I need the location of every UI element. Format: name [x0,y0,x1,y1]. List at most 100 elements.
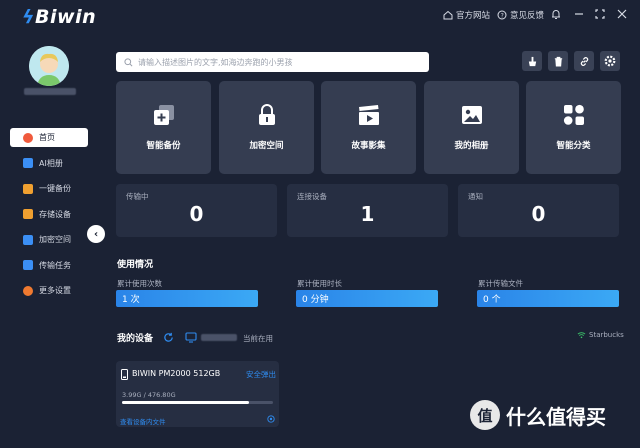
device-name-blurred [201,334,237,341]
sidebar-item-encrypted-space[interactable]: 加密空间 [10,230,88,249]
ssd-icon [121,369,128,380]
sidebar-item-label: 存储设备 [39,209,71,219]
close-icon[interactable] [616,8,628,20]
tile-label: 加密空间 [249,141,284,151]
category-icon [562,103,586,127]
stat-label: 传输中 [126,192,149,201]
stat-notifications[interactable]: 通知 0 [458,184,619,237]
transfer-icon [23,260,33,270]
safe-eject-button[interactable]: 安全弹出 [246,369,276,380]
search-bar[interactable] [116,52,429,72]
target-icon[interactable] [267,415,275,423]
sidebar-item-label: AI相册 [39,158,63,168]
maximize-icon[interactable] [594,8,606,20]
usage-bar-count: 1 次 [116,290,258,307]
refresh-icon[interactable] [163,332,174,343]
current-device-status: 当前在用 [243,334,273,343]
view-files-link[interactable]: 查看设备内文件 [120,416,166,426]
monitor-icon [185,332,197,343]
lock-folder-icon [23,234,33,245]
bell-icon[interactable] [550,8,562,20]
feedback-link-label: 意见反馈 [510,11,545,21]
gear-icon [604,55,616,67]
collapse-sidebar-button[interactable]: ‹ [87,225,105,243]
usage-label-count: 累计使用次数 [117,279,162,288]
sidebar-item-label: 一键备份 [39,184,71,193]
app-logo: ϟBiwin [22,6,97,28]
broom-icon [528,56,536,66]
search-icon [124,57,133,66]
devices-title: 我的设备 [117,334,154,344]
home-icon [23,132,33,143]
device-name: BIWIN PM2000 512GB [132,369,221,378]
usage-title: 使用情况 [117,260,154,270]
tile-smart-category[interactable]: 智能分类 [526,81,621,174]
smart-backup-icon [152,103,176,127]
delete-button[interactable] [548,51,568,71]
watermark-text: 什么值得买 [506,404,606,429]
feedback-link[interactable]: ? 意见反馈 [497,9,544,21]
website-link[interactable]: 官方网站 [443,9,490,21]
watermark: 值 什么值得买 [470,400,606,430]
username-blurred [24,88,76,95]
tile-story-album[interactable]: 故事影集 [321,81,416,174]
stat-transferring[interactable]: 传输中 0 [116,184,277,237]
link-button[interactable] [574,51,594,71]
stat-value: 1 [360,202,375,226]
sidebar-nav: 首页 AI相册 一键备份 存储设备 加密空间 传输任务 更多设置 [10,128,88,307]
usage-label-files: 累计传输文件 [478,279,523,288]
sidebar-item-home[interactable]: 首页 [10,128,88,147]
avatar-image [29,46,69,86]
sidebar-item-backup[interactable]: 一键备份 [10,179,88,198]
minimize-icon[interactable] [573,8,585,20]
search-input[interactable] [138,57,428,67]
usage-label-duration: 累计使用时长 [297,279,342,288]
sidebar-item-settings[interactable]: 更多设置 [10,281,88,300]
clapperboard-icon [357,103,381,127]
capacity-progress-fill [122,401,249,404]
stat-connected-devices[interactable]: 连接设备 1 [287,184,448,237]
lock-icon [255,103,279,127]
settings-icon [23,285,33,296]
ai-album-icon [23,158,33,168]
sidebar-item-label: 传输任务 [39,260,71,270]
sidebar-item-ai-album[interactable]: AI相册 [10,154,88,173]
sidebar-item-transfer[interactable]: 传输任务 [10,256,88,275]
device-card[interactable]: BIWIN PM2000 512GB 安全弹出 3.99G / 476.80G … [116,361,279,427]
backup-icon [23,183,33,194]
usage-value: 0 个 [483,295,501,305]
tile-label: 智能备份 [146,141,181,151]
capacity-progress-track [122,401,273,404]
trash-icon [554,56,562,67]
svg-text:?: ? [501,13,504,20]
usage-bar-duration: 0 分钟 [296,290,438,307]
home-icon [443,10,453,20]
storage-icon [23,209,33,219]
photo-icon [460,103,484,127]
avatar[interactable] [29,46,69,86]
device-capacity: 3.99G / 476.80G [122,391,176,399]
website-link-label: 官方网站 [456,11,491,21]
tile-label: 智能分类 [556,141,591,151]
wifi-status: Starbucks [577,331,624,339]
sidebar-item-label: 首页 [39,133,55,142]
usage-bar-files: 0 个 [477,290,619,307]
stat-value: 0 [531,202,546,226]
sidebar-item-label: 加密空间 [39,235,71,244]
top-bar: ϟBiwin 官方网站 ? 意见反馈 [0,0,640,30]
sidebar-item-label: 更多设置 [39,286,71,295]
wifi-name: Starbucks [589,331,624,339]
feedback-icon: ? [497,10,507,20]
link-icon [580,56,588,66]
stat-label: 连接设备 [297,192,327,201]
clean-button[interactable] [522,51,542,71]
tile-label: 故事影集 [351,141,386,151]
stat-value: 0 [189,202,204,226]
chevron-left-icon: ‹ [93,228,99,240]
tile-my-album[interactable]: 我的相册 [424,81,519,174]
tile-encrypted-space[interactable]: 加密空间 [219,81,314,174]
settings-button[interactable] [600,51,620,71]
sidebar-item-storage[interactable]: 存储设备 [10,205,88,224]
tile-smart-backup[interactable]: 智能备份 [116,81,211,174]
tile-label: 我的相册 [454,141,489,151]
